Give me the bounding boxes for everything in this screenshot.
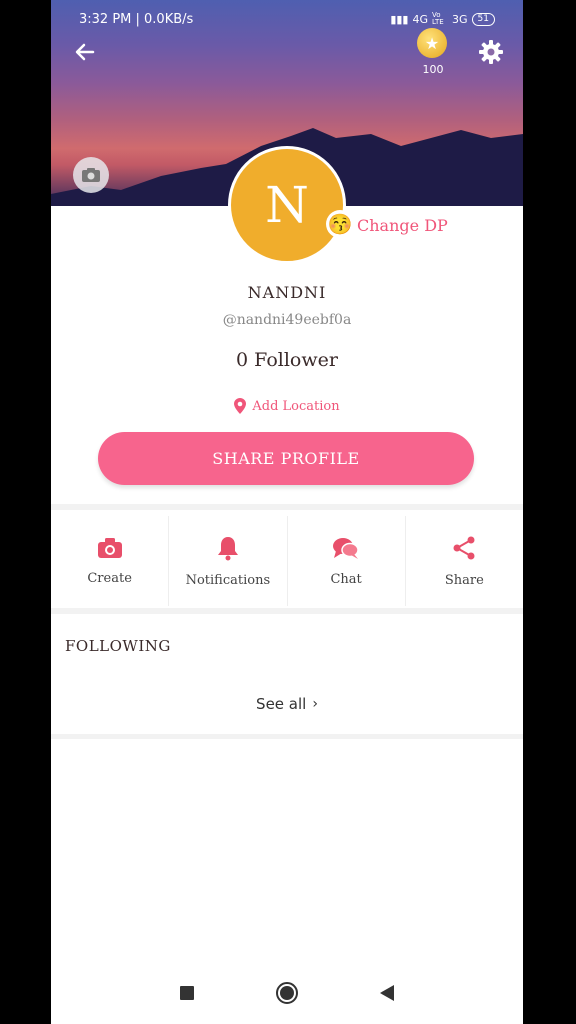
action-notifications[interactable]: Notifications: [169, 516, 288, 606]
following-heading: FOLLOWING: [65, 637, 171, 655]
system-nav-bar: [51, 970, 523, 1016]
camera-icon: [97, 537, 122, 558]
status-indicators: ▮▮▮ 4G Vo LTE 3G 51: [390, 12, 495, 26]
status-time: 3:32 PM | 0.0KB/s: [79, 12, 194, 27]
gear-icon[interactable]: [477, 38, 505, 66]
home-circle-icon[interactable]: [276, 982, 298, 1004]
profile-screen: 3:32 PM | 0.0KB/s ▮▮▮ 4G Vo LTE 3G 51 ★ …: [51, 0, 523, 1024]
action-bar: Create Notifications Chat Share: [51, 516, 523, 606]
change-dp-link[interactable]: Change DP: [357, 216, 448, 235]
profile-name: NANDNI: [247, 283, 327, 302]
change-dp-emoji-icon[interactable]: 😚: [326, 210, 354, 238]
back-triangle-icon[interactable]: [380, 985, 394, 1001]
action-create[interactable]: Create: [51, 516, 170, 606]
cover-camera-icon[interactable]: [73, 157, 109, 193]
add-location-link[interactable]: Add Location: [51, 398, 523, 414]
section-divider: [51, 504, 523, 510]
signal-icon: ▮▮▮: [390, 12, 409, 26]
action-share[interactable]: Share: [406, 516, 523, 606]
action-label: Notifications: [185, 572, 271, 588]
chat-icon: [333, 537, 359, 559]
network-label: 4G: [412, 12, 429, 26]
bell-icon: [217, 536, 238, 560]
action-label: Create: [87, 570, 132, 586]
battery-icon: 51: [471, 12, 495, 26]
see-all-link[interactable]: See all ›: [51, 695, 523, 713]
action-label: Chat: [330, 571, 362, 587]
add-location-label: Add Location: [252, 398, 340, 414]
follower-count[interactable]: 0 Follower: [51, 349, 523, 371]
profile-handle: @nandni49eebf0a: [222, 312, 352, 328]
recent-apps-square-icon[interactable]: [180, 986, 194, 1000]
volte-label: Vo LTE: [432, 11, 444, 26]
share-icon: [453, 536, 475, 559]
action-label: Share: [444, 572, 484, 588]
location-pin-icon: [234, 398, 247, 414]
network2-label: 3G: [452, 12, 468, 26]
coin-icon[interactable]: ★: [417, 28, 447, 58]
avatar[interactable]: N: [228, 146, 346, 264]
chevron-right-icon: ›: [312, 696, 318, 712]
share-profile-button[interactable]: SHARE PROFILE: [98, 432, 474, 485]
section-divider: [51, 608, 523, 614]
back-arrow-icon[interactable]: [71, 38, 99, 66]
section-divider: [51, 734, 523, 739]
see-all-label: See all: [256, 695, 307, 713]
action-chat[interactable]: Chat: [288, 516, 406, 606]
coin-count: 100: [422, 63, 444, 76]
